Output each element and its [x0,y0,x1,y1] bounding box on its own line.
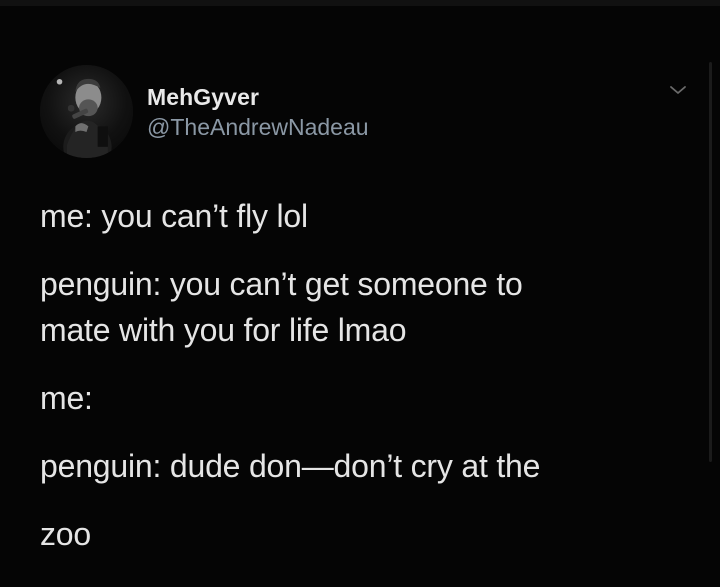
author-block: MehGyver @TheAndrewNadeau [147,84,369,140]
top-edge [0,0,720,6]
user-handle[interactable]: @TheAndrewNadeau [147,114,369,140]
tweet-line-1: me: you can’t fly lol [40,198,308,234]
tweet-line-4: me: [40,380,93,416]
tweet-line-2: penguin: you can’t get someone to [40,266,523,302]
tweet-card: MehGyver @TheAndrewNadeau me: you can’t … [0,0,720,587]
scrollbar[interactable] [709,62,712,462]
tweet-line-3: mate with you for life lmao [40,312,407,348]
display-name[interactable]: MehGyver [147,84,369,110]
tweet-line-6: zoo [40,516,91,552]
tweet-text: me: you can’t fly lol penguin: you can’t… [40,193,690,557]
profile-photo-icon [40,65,133,158]
chevron-down-icon[interactable] [667,82,689,98]
avatar[interactable] [40,65,133,158]
tweet-line-5: penguin: dude don—don’t cry at the [40,448,541,484]
